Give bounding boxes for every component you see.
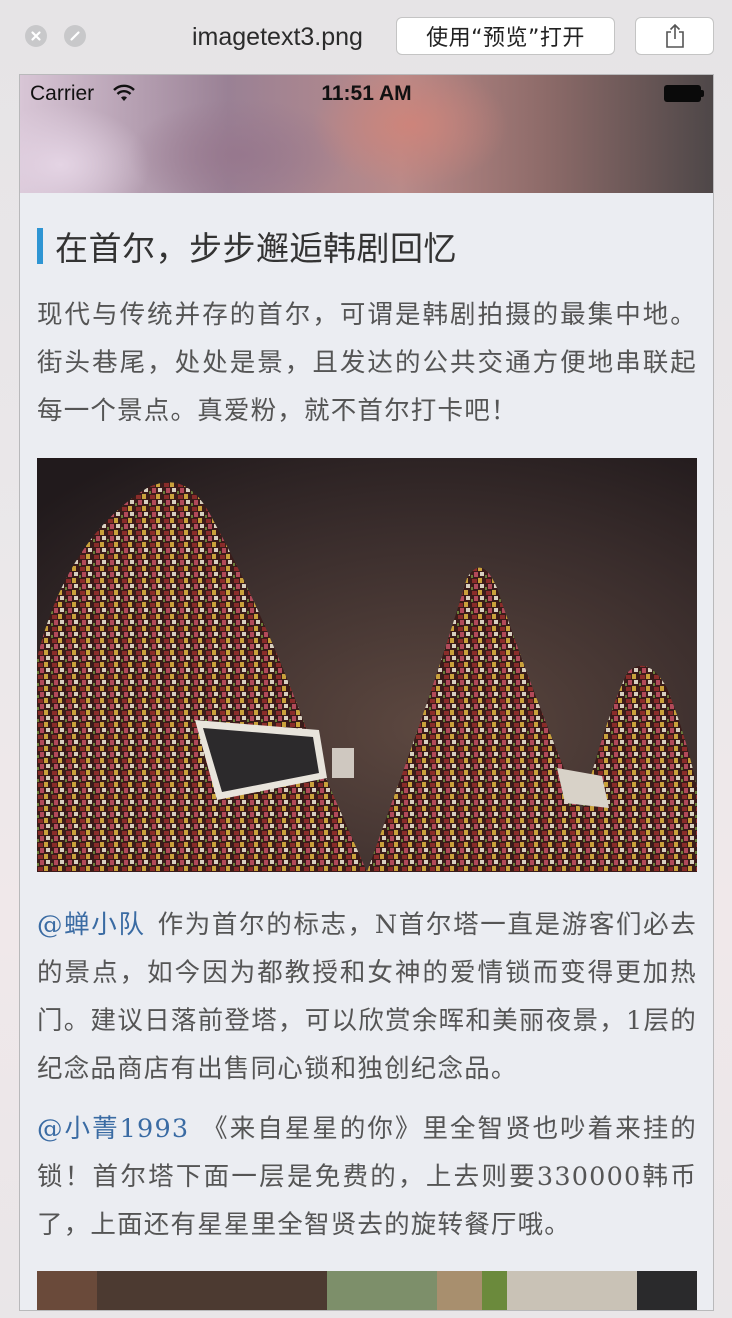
status-time: 11:51 AM [321,82,412,105]
status-bar: Carrier 11:51 AM [20,75,713,113]
article-title: 在首尔，步步邂逅韩剧回忆 [55,229,457,268]
comment-2: @小菁1993 《来自星星的你》里全智贤也吵着来挂的锁！首尔塔下面一层是免费的，上… [37,1105,697,1249]
simulator-screen: Carrier 11:51 AM 在首尔，步步邂逅韩剧回忆 现代与传统并存的首尔… [19,74,714,1311]
battery-icon [664,85,704,102]
article-intro: 现代与传统并存的首尔，可谓是韩剧拍摄的最集中地。街头巷尾，处处是景，且发达的公共… [37,300,697,426]
comment-1-author[interactable]: @蝉小队 [37,910,146,940]
comment-1: @蝉小队 作为首尔的标志，N首尔塔一直是游客们必去的景点，如今因为都教授和女神的爱… [37,901,697,1093]
street-photo [37,1271,697,1310]
share-button[interactable] [635,17,714,55]
quicklook-titlebar: imagetext3.png 使用“预览”打开 [0,0,732,74]
heading-accent-bar [37,228,43,264]
close-button[interactable] [25,25,47,47]
open-with-preview-button[interactable]: 使用“预览”打开 [396,17,615,55]
n-seoul-tower-love-locks-photo [37,458,697,872]
fullscreen-button[interactable] [64,25,86,47]
window-filename: imagetext3.png [192,23,363,51]
comment-2-author[interactable]: @小菁1993 [37,1114,189,1144]
article-heading: 在首尔，步步邂逅韩剧回忆 [37,226,457,268]
share-icon [665,23,684,48]
close-icon [31,31,41,41]
fullscreen-icon [70,31,80,41]
